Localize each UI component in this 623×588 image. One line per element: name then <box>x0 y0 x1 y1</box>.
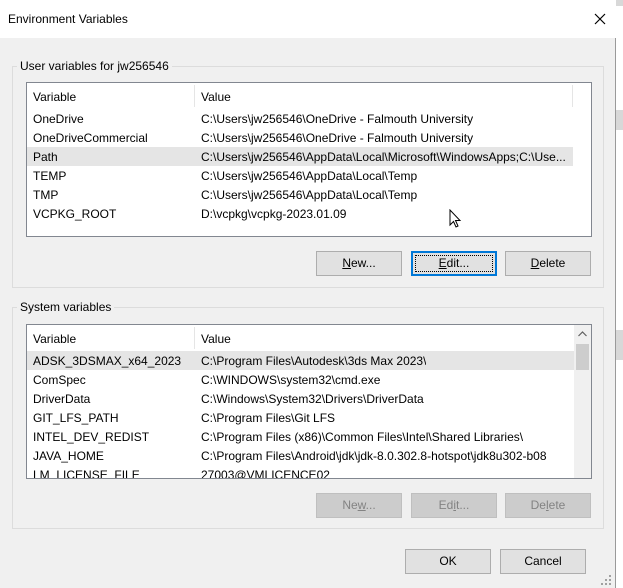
background-mark <box>616 330 623 360</box>
label-part: dit... <box>446 256 470 270</box>
label-part: t... <box>456 498 470 512</box>
ok-button-label: OK <box>439 554 457 568</box>
table-row-selected[interactable]: ADSK_3DSMAX_x64_2023 C:\Program Files\Au… <box>27 351 574 370</box>
table-row[interactable]: ComSpec C:\WINDOWS\system32\cmd.exe <box>27 370 574 389</box>
list-header: Variable Value <box>27 325 591 351</box>
access-key: N <box>342 256 351 270</box>
variable-value: D:\vcpkg\vcpkg-2023.01.09 <box>201 207 347 221</box>
table-row[interactable]: LM_LICENSE_FILE 27003@VMLICENCE02 <box>27 465 574 479</box>
variable-value: C:\Program Files (x86)\Common Files\Inte… <box>201 430 524 444</box>
table-row-selected[interactable]: Path C:\Users\jw256546\AppData\Local\Mic… <box>27 147 573 166</box>
close-button[interactable] <box>584 0 616 38</box>
column-divider[interactable] <box>194 85 195 107</box>
label-part: ... <box>365 498 376 512</box>
variable-name: OneDrive <box>33 112 84 126</box>
label-part: elete <box>539 256 566 270</box>
user-edit-button[interactable]: Edit... <box>411 251 497 276</box>
variable-value: C:\Users\jw256546\AppData\Local\Temp <box>201 169 418 183</box>
system-edit-button[interactable]: Edit... <box>411 493 497 518</box>
column-divider[interactable] <box>194 327 195 349</box>
variable-name: ADSK_3DSMAX_x64_2023 <box>33 354 182 368</box>
button-label: New... <box>342 256 375 270</box>
label-part: ew... <box>350 256 376 270</box>
table-row[interactable]: OneDriveCommercial C:\Users\jw256546\One… <box>27 128 573 147</box>
variable-name: DriverData <box>33 392 91 406</box>
variable-name: TEMP <box>33 169 67 183</box>
column-header-variable[interactable]: Variable <box>33 90 76 104</box>
cancel-button-label: Cancel <box>524 554 562 568</box>
variable-value: C:\Users\jw256546\OneDrive - Falmouth Un… <box>201 131 474 145</box>
column-header-value[interactable]: Value <box>201 90 231 104</box>
ok-button[interactable]: OK <box>405 549 491 574</box>
user-variables-list[interactable]: Variable Value OneDrive C:\Users\jw25654… <box>26 82 592 237</box>
column-header-variable[interactable]: Variable <box>33 332 76 346</box>
mouse-pointer-icon <box>449 209 462 228</box>
variable-name: ComSpec <box>33 373 86 387</box>
variable-value: C:\WINDOWS\system32\cmd.exe <box>201 373 381 387</box>
title-bar: Environment Variables <box>0 0 616 38</box>
variable-value: C:\Users\jw256546\AppData\Local\Microsof… <box>201 150 566 164</box>
button-label: Edit... <box>439 256 470 270</box>
button-label: Delete <box>531 498 566 512</box>
label-part: ete <box>548 498 566 512</box>
button-label: New... <box>342 498 375 512</box>
table-row[interactable]: GIT_LFS_PATH C:\Program Files\Git LFS <box>27 408 574 427</box>
variable-value: C:\Program Files\Android\jdk\jdk-8.0.302… <box>201 449 547 463</box>
variable-name: LM_LICENSE_FILE <box>33 468 140 479</box>
vertical-scrollbar[interactable] <box>574 325 591 478</box>
list-header: Variable Value <box>27 83 591 109</box>
button-label: Edit... <box>439 498 470 512</box>
variable-value: C:\Windows\System32\Drivers\DriverData <box>201 392 424 406</box>
system-new-button[interactable]: New... <box>316 493 402 518</box>
variable-value: C:\Program Files\Git LFS <box>201 411 336 425</box>
background-mark <box>616 0 623 6</box>
background-window-edge <box>616 0 623 588</box>
variable-name: INTEL_DEV_REDIST <box>33 430 150 444</box>
variable-value: C:\Program Files\Autodesk\3ds Max 2023\ <box>201 354 427 368</box>
user-delete-button[interactable]: Delete <box>505 251 591 276</box>
label-part: Ne <box>342 498 358 512</box>
label-part: Ed <box>438 498 454 512</box>
access-key: E <box>438 256 447 270</box>
access-key: w <box>357 498 366 512</box>
table-row[interactable]: DriverData C:\Windows\System32\Drivers\D… <box>27 389 574 408</box>
environment-variables-dialog: Environment Variables User variables for… <box>0 0 616 588</box>
resize-grip-icon[interactable] <box>600 574 612 586</box>
table-row[interactable]: VCPKG_ROOT D:\vcpkg\vcpkg-2023.01.09 <box>27 204 573 223</box>
variable-value: C:\Users\jw256546\AppData\Local\Temp <box>201 188 418 202</box>
variable-name: TMP <box>33 188 59 202</box>
system-variables-label: System variables <box>17 300 115 314</box>
user-variables-label: User variables for jw256546 <box>17 59 172 73</box>
table-row[interactable]: INTEL_DEV_REDIST C:\Program Files (x86)\… <box>27 427 574 446</box>
button-label: Delete <box>531 256 566 270</box>
system-variables-list[interactable]: Variable Value ADSK_3DSMAX_x64_2023 C:\P… <box>26 324 592 479</box>
user-new-button[interactable]: New... <box>316 251 402 276</box>
table-row[interactable]: TMP C:\Users\jw256546\AppData\Local\Temp <box>27 185 573 204</box>
table-row[interactable]: TEMP C:\Users\jw256546\AppData\Local\Tem… <box>27 166 573 185</box>
variable-name: GIT_LFS_PATH <box>33 411 119 425</box>
close-icon <box>594 13 606 25</box>
variable-value: C:\Users\jw256546\OneDrive - Falmouth Un… <box>201 112 474 126</box>
variable-value: 27003@VMLICENCE02 <box>201 468 330 479</box>
label-part: De <box>530 498 546 512</box>
background-mark <box>616 110 623 130</box>
table-row[interactable]: JAVA_HOME C:\Program Files\Android\jdk\j… <box>27 446 574 465</box>
dialog-title: Environment Variables <box>8 12 128 26</box>
table-row[interactable]: OneDrive C:\Users\jw256546\OneDrive - Fa… <box>27 109 573 128</box>
column-header-value[interactable]: Value <box>201 332 231 346</box>
access-key: D <box>530 256 540 270</box>
scroll-thumb[interactable] <box>576 344 589 370</box>
variable-name: VCPKG_ROOT <box>33 207 117 221</box>
system-delete-button[interactable]: Delete <box>505 493 591 518</box>
variable-name: OneDriveCommercial <box>33 131 148 145</box>
chevron-up-icon[interactable] <box>578 331 587 337</box>
cancel-button[interactable]: Cancel <box>500 549 586 574</box>
variable-name: Path <box>33 150 58 164</box>
column-divider[interactable] <box>572 85 573 107</box>
variable-name: JAVA_HOME <box>33 449 104 463</box>
